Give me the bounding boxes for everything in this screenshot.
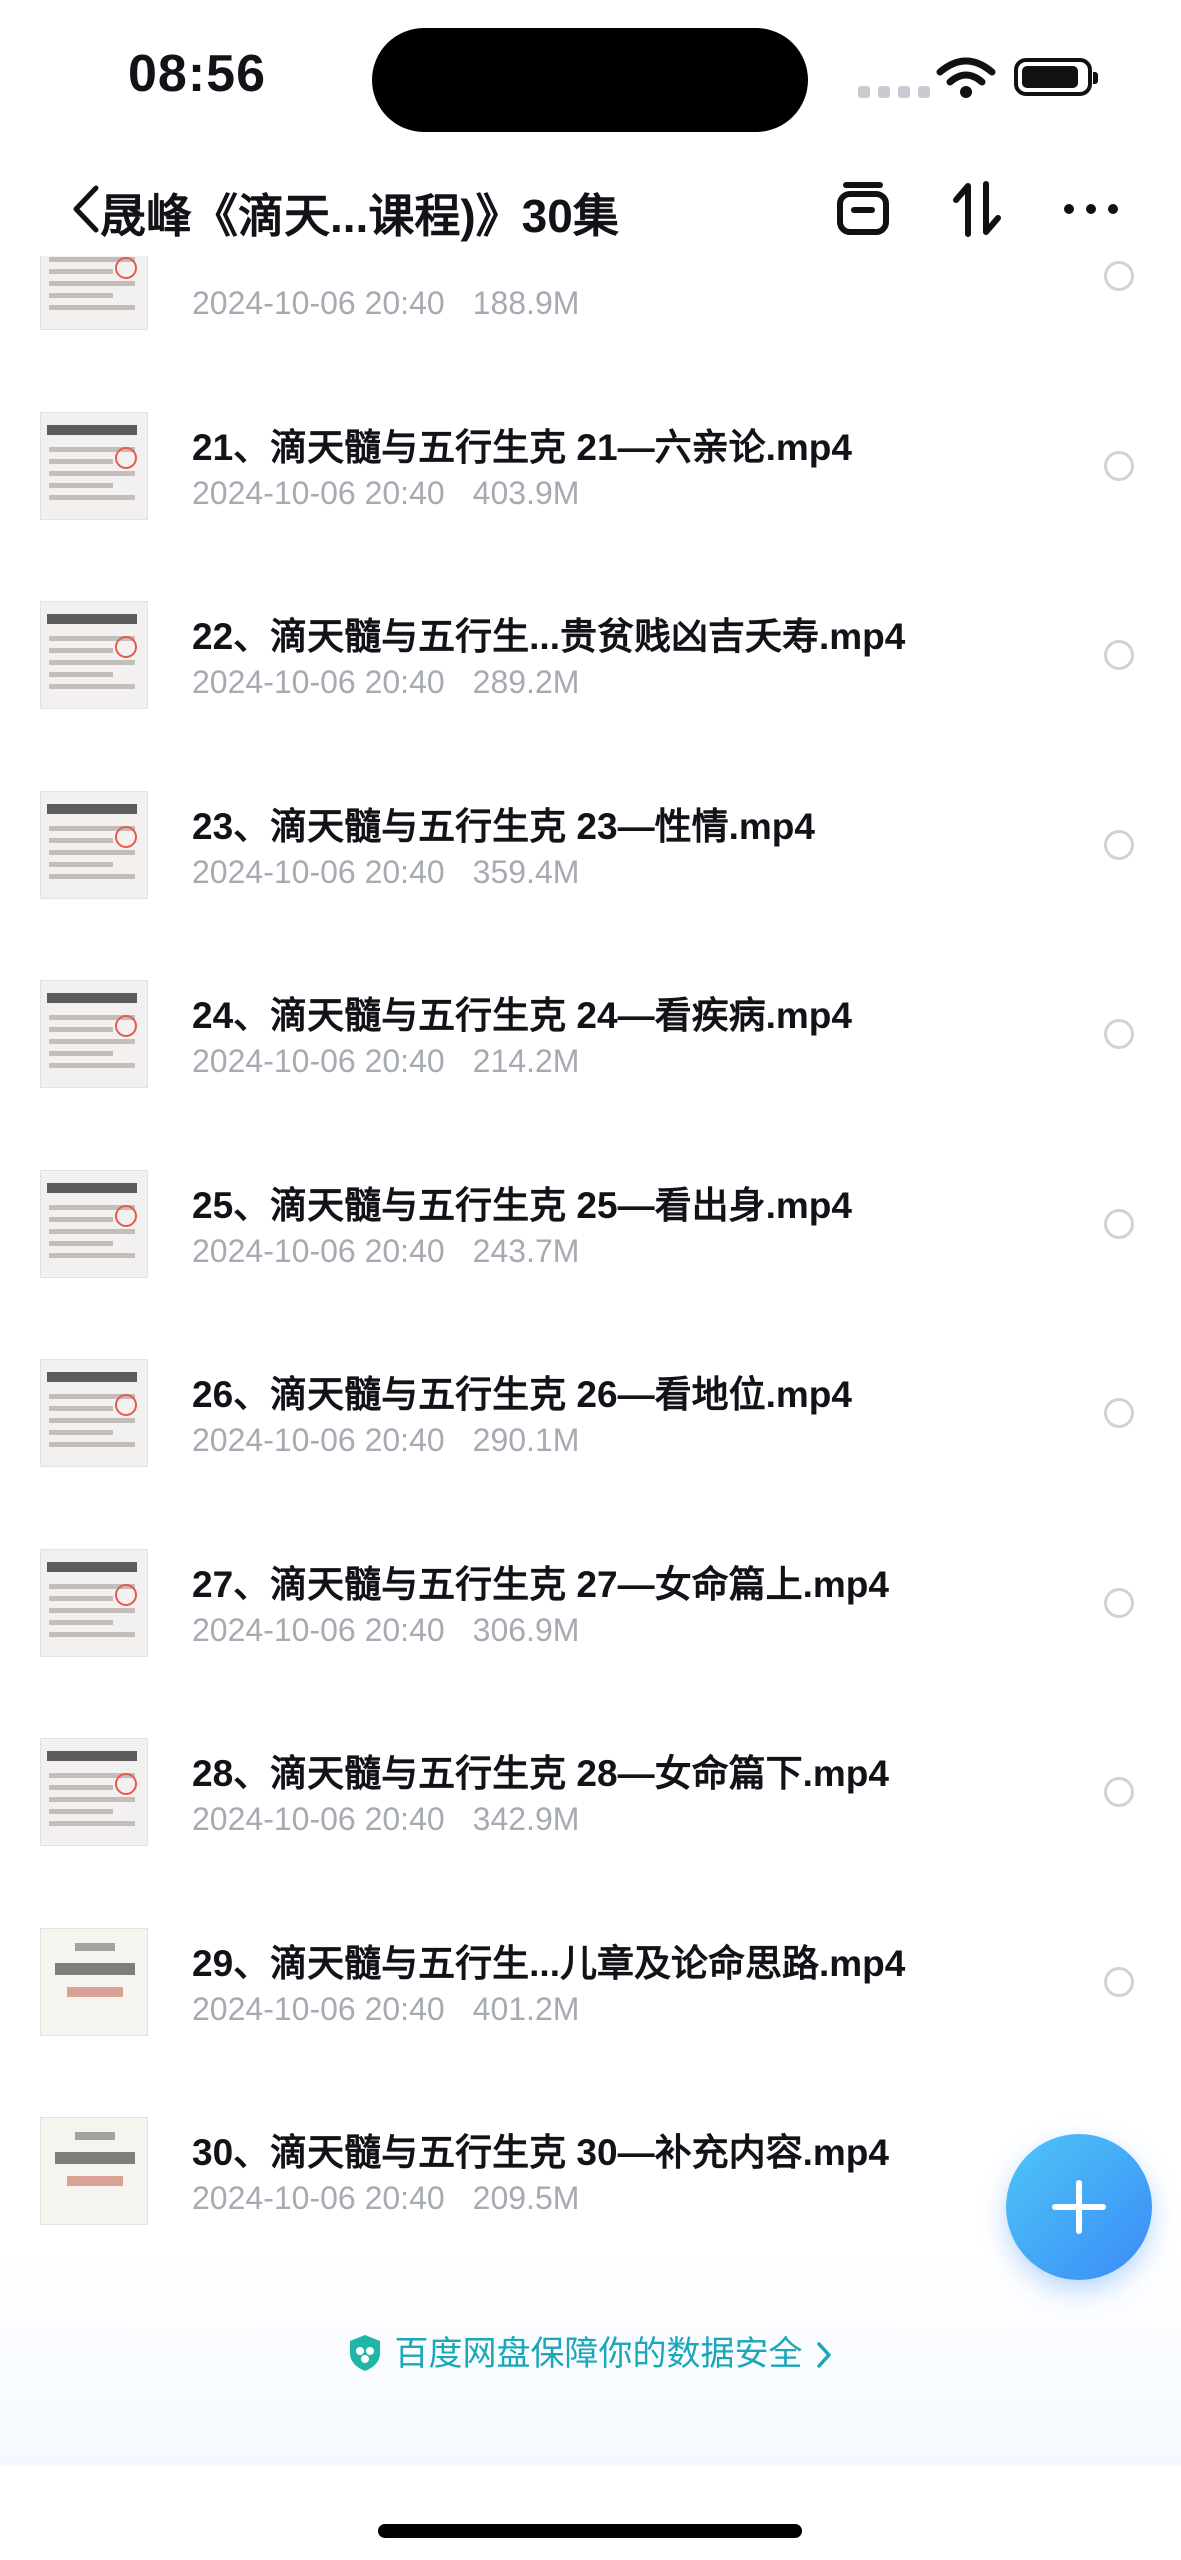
file-meta: 2024-10-06 20:40 188.9M bbox=[192, 285, 579, 322]
select-radio[interactable] bbox=[1104, 1019, 1134, 1049]
video-thumbnail bbox=[40, 980, 148, 1088]
file-size: 401.2M bbox=[472, 1990, 580, 2027]
video-thumbnail bbox=[40, 2117, 148, 2225]
file-meta: 2024-10-06 20:40 290.1M bbox=[192, 1422, 579, 1459]
file-date: 2024-10-06 20:40 bbox=[192, 285, 445, 321]
add-button[interactable] bbox=[1006, 2134, 1152, 2280]
select-radio[interactable] bbox=[1104, 261, 1134, 291]
file-row[interactable]: 22、滴天髓与五行生...贵贫贱凶吉夭寿.mp4 2024-10-06 20:40… bbox=[0, 560, 1181, 750]
file-row[interactable]: 24、滴天髓与五行生克 24—看疾病.mp4 2024-10-06 20:40 21… bbox=[0, 939, 1181, 1129]
shield-icon bbox=[349, 2335, 380, 2371]
file-name: 30、滴天髓与五行生克 30—补充内容.mp4 bbox=[192, 2132, 889, 2173]
dynamic-island bbox=[372, 28, 808, 132]
file-meta: 2024-10-06 20:40 214.2M bbox=[192, 1043, 579, 1080]
file-size: 188.9M bbox=[472, 285, 580, 321]
file-row[interactable]: 30、滴天髓与五行生克 30—补充内容.mp4 2024-10-06 20:40 2… bbox=[0, 2076, 1181, 2246]
video-thumbnail bbox=[40, 1169, 148, 1278]
video-thumbnail bbox=[40, 1359, 148, 1467]
select-radio[interactable] bbox=[1104, 1208, 1134, 1239]
file-name: 21、滴天髓与五行生克 21—六亲论.mp4 bbox=[192, 426, 852, 468]
file-date: 2024-10-06 20:40 bbox=[192, 664, 445, 700]
file-date: 2024-10-06 20:40 bbox=[192, 853, 445, 890]
file-size: 306.9M bbox=[472, 1611, 580, 1648]
file-meta: 2024-10-06 20:40 342.9M bbox=[192, 1801, 579, 1838]
file-size: 403.9M bbox=[472, 474, 580, 511]
file-size: 359.4M bbox=[472, 853, 580, 890]
file-date: 2024-10-06 20:40 bbox=[192, 2180, 445, 2216]
status-bar: 08:56 bbox=[0, 0, 1181, 160]
nav-bar: 晟峰《滴天...课程)》30集 bbox=[0, 160, 1181, 256]
file-name: 27、滴天髓与五行生克 27—女命篇上.mp4 bbox=[192, 1563, 889, 1605]
file-name: 24、滴天髓与五行生克 24—看疾病.mp4 bbox=[192, 995, 852, 1036]
file-row[interactable]: 29、滴天髓与五行生...儿章及论命思路.mp4 2024-10-06 20:40… bbox=[0, 1887, 1181, 2077]
chevron-right-icon bbox=[816, 2342, 831, 2368]
file-row[interactable]: 23、滴天髓与五行生克 23—性情.mp4 2024-10-06 20:40 359… bbox=[0, 750, 1181, 940]
sort-icon[interactable] bbox=[946, 178, 1008, 240]
home-indicator bbox=[378, 2524, 802, 2538]
file-row[interactable]: 2024-10-06 20:40 188.9M bbox=[0, 256, 1181, 371]
data-safety-link[interactable]: 百度网盘保障你的数据安全 bbox=[0, 2326, 1181, 2375]
file-row[interactable]: 21、滴天髓与五行生克 21—六亲论.mp4 2024-10-06 20:40 40… bbox=[0, 371, 1181, 561]
battery-icon bbox=[1014, 58, 1098, 96]
wifi-icon bbox=[936, 57, 996, 98]
file-size: 342.9M bbox=[472, 1801, 580, 1837]
file-date: 2024-10-06 20:40 bbox=[192, 1801, 445, 1837]
safety-note-text: 百度网盘保障你的数据安全 bbox=[394, 2335, 803, 2373]
file-date: 2024-10-06 20:40 bbox=[192, 1232, 445, 1269]
cellular-signal-icon bbox=[858, 86, 930, 98]
video-thumbnail bbox=[40, 1927, 148, 2036]
video-thumbnail bbox=[40, 256, 148, 330]
video-thumbnail bbox=[40, 1738, 148, 1846]
file-name: 23、滴天髓与五行生克 23—性情.mp4 bbox=[192, 805, 815, 847]
select-radio[interactable] bbox=[1104, 450, 1134, 481]
video-thumbnail bbox=[40, 411, 148, 520]
file-size: 243.7M bbox=[472, 1232, 580, 1269]
file-size: 289.2M bbox=[472, 664, 580, 700]
file-date: 2024-10-06 20:40 bbox=[192, 1990, 445, 2027]
file-size: 209.5M bbox=[472, 2180, 580, 2216]
file-name: 26、滴天髓与五行生克 26—看地位.mp4 bbox=[192, 1374, 852, 1415]
file-meta: 2024-10-06 20:40 306.9M bbox=[192, 1612, 579, 1649]
file-row[interactable]: 28、滴天髓与五行生克 28—女命篇下.mp4 2024-10-06 20:40 3… bbox=[0, 1697, 1181, 1887]
file-name: 25、滴天髓与五行生克 25—看出身.mp4 bbox=[192, 1184, 852, 1226]
file-list[interactable]: 2024-10-06 20:40 188.9M 21、滴天髓与五行生克 21—六亲论… bbox=[0, 256, 1181, 2246]
video-thumbnail bbox=[40, 601, 148, 709]
select-radio[interactable] bbox=[1104, 1966, 1134, 1997]
file-row[interactable]: 25、滴天髓与五行生克 25—看出身.mp4 2024-10-06 20:40 24… bbox=[0, 1129, 1181, 1319]
status-time: 08:56 bbox=[128, 45, 266, 103]
file-name: 28、滴天髓与五行生克 28—女命篇下.mp4 bbox=[192, 1753, 889, 1794]
file-meta: 2024-10-06 20:40 401.2M bbox=[192, 1991, 579, 2028]
file-name: 22、滴天髓与五行生...贵贫贱凶吉夭寿.mp4 bbox=[192, 616, 906, 657]
select-radio[interactable] bbox=[1104, 1398, 1134, 1428]
file-meta: 2024-10-06 20:40 209.5M bbox=[192, 2180, 579, 2217]
select-radio[interactable] bbox=[1104, 640, 1134, 670]
file-meta: 2024-10-06 20:40 289.2M bbox=[192, 664, 579, 701]
file-date: 2024-10-06 20:40 bbox=[192, 1043, 445, 1079]
video-thumbnail bbox=[40, 790, 148, 899]
file-meta: 2024-10-06 20:40 243.7M bbox=[192, 1233, 579, 1270]
select-radio[interactable] bbox=[1104, 1587, 1134, 1618]
video-thumbnail bbox=[40, 1548, 148, 1657]
page-title: 晟峰《滴天...课程)》30集 bbox=[100, 190, 619, 242]
select-radio[interactable] bbox=[1104, 1777, 1134, 1807]
file-size: 214.2M bbox=[472, 1043, 580, 1079]
footer: 百度网盘保障你的数据安全 bbox=[0, 2246, 1181, 2466]
file-meta: 2024-10-06 20:40 359.4M bbox=[192, 854, 579, 891]
file-date: 2024-10-06 20:40 bbox=[192, 474, 445, 511]
file-date: 2024-10-06 20:40 bbox=[192, 1422, 445, 1458]
file-size: 290.1M bbox=[472, 1422, 580, 1458]
file-row[interactable]: 27、滴天髓与五行生克 27—女命篇上.mp4 2024-10-06 20:40 3… bbox=[0, 1508, 1181, 1698]
file-name: 29、滴天髓与五行生...儿章及论命思路.mp4 bbox=[192, 1942, 906, 1984]
select-icon[interactable] bbox=[832, 178, 894, 240]
file-meta: 2024-10-06 20:40 403.9M bbox=[192, 475, 579, 512]
select-radio[interactable] bbox=[1104, 829, 1134, 860]
file-date: 2024-10-06 20:40 bbox=[192, 1611, 445, 1648]
file-row[interactable]: 26、滴天髓与五行生克 26—看地位.mp4 2024-10-06 20:40 29… bbox=[0, 1318, 1181, 1508]
more-icon[interactable] bbox=[1060, 178, 1122, 240]
